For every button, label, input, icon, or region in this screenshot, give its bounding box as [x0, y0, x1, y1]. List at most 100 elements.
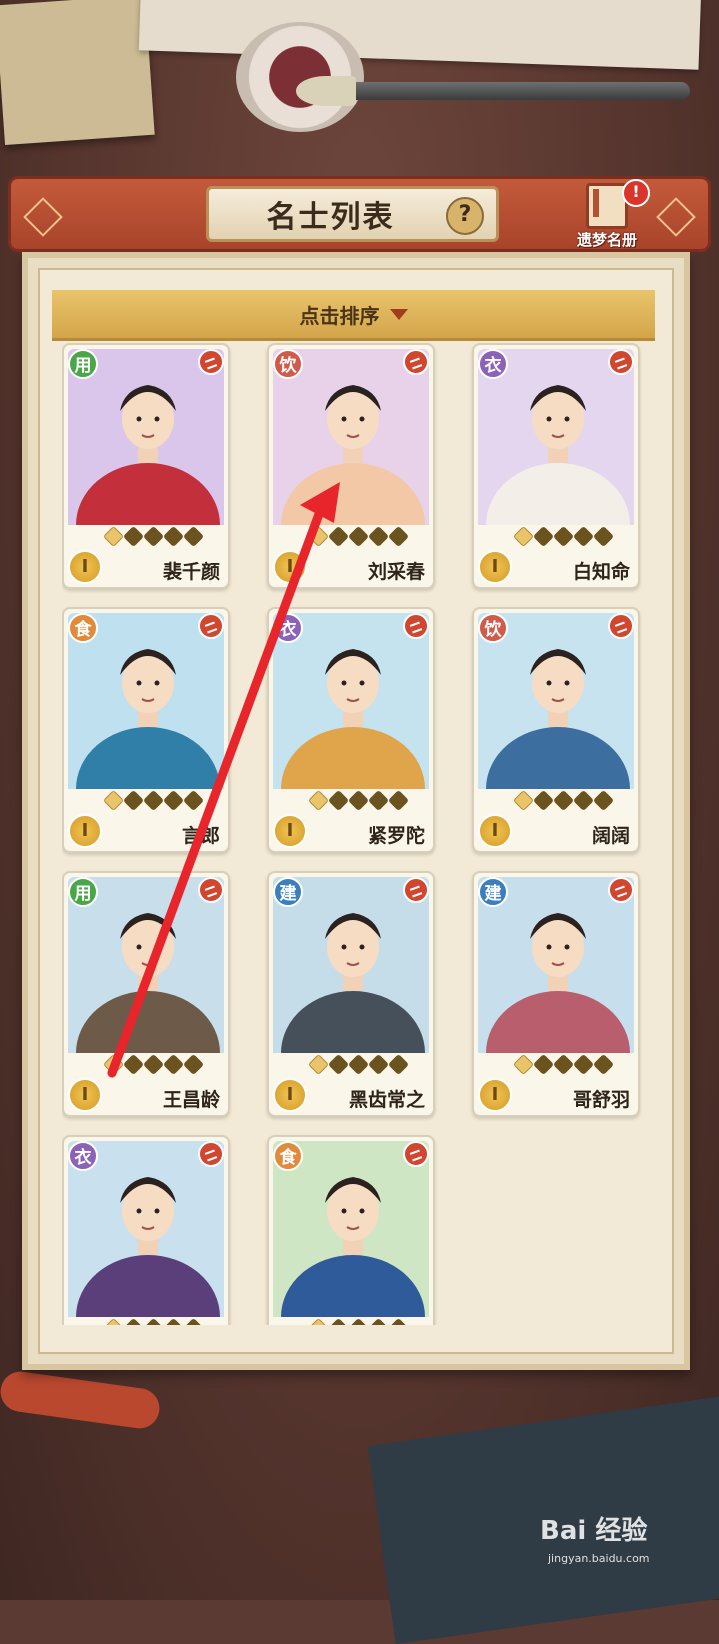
- dream-book-label: 遗梦名册: [576, 231, 637, 249]
- character-card[interactable]: 用 I 裴千颜: [62, 343, 230, 589]
- seal-icon: [403, 349, 429, 375]
- star-icon: [142, 1053, 165, 1076]
- character-card[interactable]: 衣 I 白知命: [472, 343, 640, 589]
- star-icon: [347, 789, 370, 812]
- star-icon: [307, 525, 330, 548]
- brush-tip-decoration: [296, 76, 356, 106]
- type-badge: 衣: [68, 1141, 98, 1171]
- star-icon: [592, 1053, 615, 1076]
- character-card[interactable]: 饮 I 阔阔: [472, 607, 640, 853]
- character-card[interactable]: 饮 I 刘采春: [267, 343, 435, 589]
- title-plate: 名士列表 ?: [206, 186, 499, 242]
- seal-icon: [608, 613, 634, 639]
- star-rating: [307, 525, 410, 548]
- type-badge: 用: [68, 349, 98, 379]
- star-icon: [572, 525, 595, 548]
- help-button[interactable]: ?: [446, 197, 484, 235]
- star-icon: [307, 789, 330, 812]
- seal-icon: [403, 613, 429, 639]
- star-icon: [532, 789, 555, 812]
- star-icon: [327, 789, 350, 812]
- star-icon: [142, 525, 165, 548]
- star-icon: [592, 789, 615, 812]
- character-name: 哥舒羽: [572, 1089, 630, 1111]
- star-icon: [162, 1317, 185, 1325]
- type-badge: 食: [68, 613, 98, 643]
- star-icon: [162, 1053, 185, 1076]
- paper-decoration: [0, 0, 155, 146]
- type-badge: 饮: [478, 613, 508, 643]
- character-name: 阔阔: [591, 825, 630, 847]
- character-card[interactable]: 衣: [62, 1135, 230, 1325]
- type-badge: 饮: [273, 349, 303, 379]
- star-icon: [367, 1053, 390, 1076]
- star-icon: [142, 789, 165, 812]
- star-icon: [307, 1317, 330, 1325]
- star-icon: [347, 1053, 370, 1076]
- star-icon: [122, 1053, 145, 1076]
- level-coin: I: [68, 550, 102, 584]
- star-rating: [512, 525, 615, 548]
- seal-icon: [198, 877, 224, 903]
- type-badge: 衣: [478, 349, 508, 379]
- star-icon: [122, 525, 145, 548]
- character-name: 紧罗陀: [367, 825, 425, 847]
- star-icon: [102, 1053, 125, 1076]
- level-coin: I: [273, 1078, 307, 1112]
- star-icon: [182, 1053, 205, 1076]
- level-coin: I: [478, 1078, 512, 1112]
- star-icon: [552, 789, 575, 812]
- star-icon: [552, 1053, 575, 1076]
- level-coin: I: [273, 814, 307, 848]
- character-card[interactable]: 建 I 黑齿常之: [267, 871, 435, 1117]
- level-coin: I: [68, 1078, 102, 1112]
- star-icon: [102, 1317, 125, 1325]
- brush-decoration: [300, 82, 690, 100]
- character-name: 王昌龄: [162, 1089, 220, 1111]
- seal-icon: [403, 1141, 429, 1167]
- star-icon: [532, 525, 555, 548]
- star-icon: [122, 1317, 145, 1325]
- character-name: 黑齿常之: [348, 1089, 425, 1111]
- seal-icon: [198, 349, 224, 375]
- sort-button[interactable]: 点击排序: [52, 290, 655, 341]
- star-rating: [102, 1053, 205, 1076]
- type-badge: 建: [478, 877, 508, 907]
- sort-label: 点击排序: [299, 303, 380, 328]
- character-card[interactable]: 食 I 言郎: [62, 607, 230, 853]
- level-coin: I: [273, 550, 307, 584]
- seal-icon: [198, 613, 224, 639]
- star-icon: [572, 1053, 595, 1076]
- star-icon: [367, 1317, 390, 1325]
- star-icon: [307, 1053, 330, 1076]
- type-badge: 建: [273, 877, 303, 907]
- star-icon: [122, 789, 145, 812]
- character-card[interactable]: 衣 I 紧罗陀: [267, 607, 435, 853]
- ornament-icon: [23, 197, 63, 237]
- character-card[interactable]: 食 传业中: [267, 1135, 435, 1325]
- star-icon: [102, 789, 125, 812]
- character-name: 白知命: [572, 561, 630, 583]
- star-icon: [162, 789, 185, 812]
- seal-icon: [403, 877, 429, 903]
- star-icon: [327, 525, 350, 548]
- alert-badge: !: [622, 179, 650, 207]
- seal-icon: [608, 349, 634, 375]
- level-coin: I: [478, 814, 512, 848]
- character-card[interactable]: 建 I 哥舒羽: [472, 871, 640, 1117]
- star-rating: [102, 1317, 205, 1325]
- star-rating: [512, 1053, 615, 1076]
- triangle-down-icon: [389, 308, 408, 320]
- star-icon: [592, 525, 615, 548]
- seal-icon: [608, 877, 634, 903]
- character-card[interactable]: 用 I 王昌龄: [62, 871, 230, 1117]
- star-icon: [142, 1317, 165, 1325]
- character-name: 言郎: [181, 825, 220, 847]
- star-icon: [387, 1053, 410, 1076]
- character-name: 裴千颜: [162, 561, 220, 583]
- star-rating: [102, 525, 205, 548]
- star-icon: [347, 1317, 370, 1325]
- star-icon: [347, 525, 370, 548]
- star-icon: [162, 525, 185, 548]
- star-icon: [102, 525, 125, 548]
